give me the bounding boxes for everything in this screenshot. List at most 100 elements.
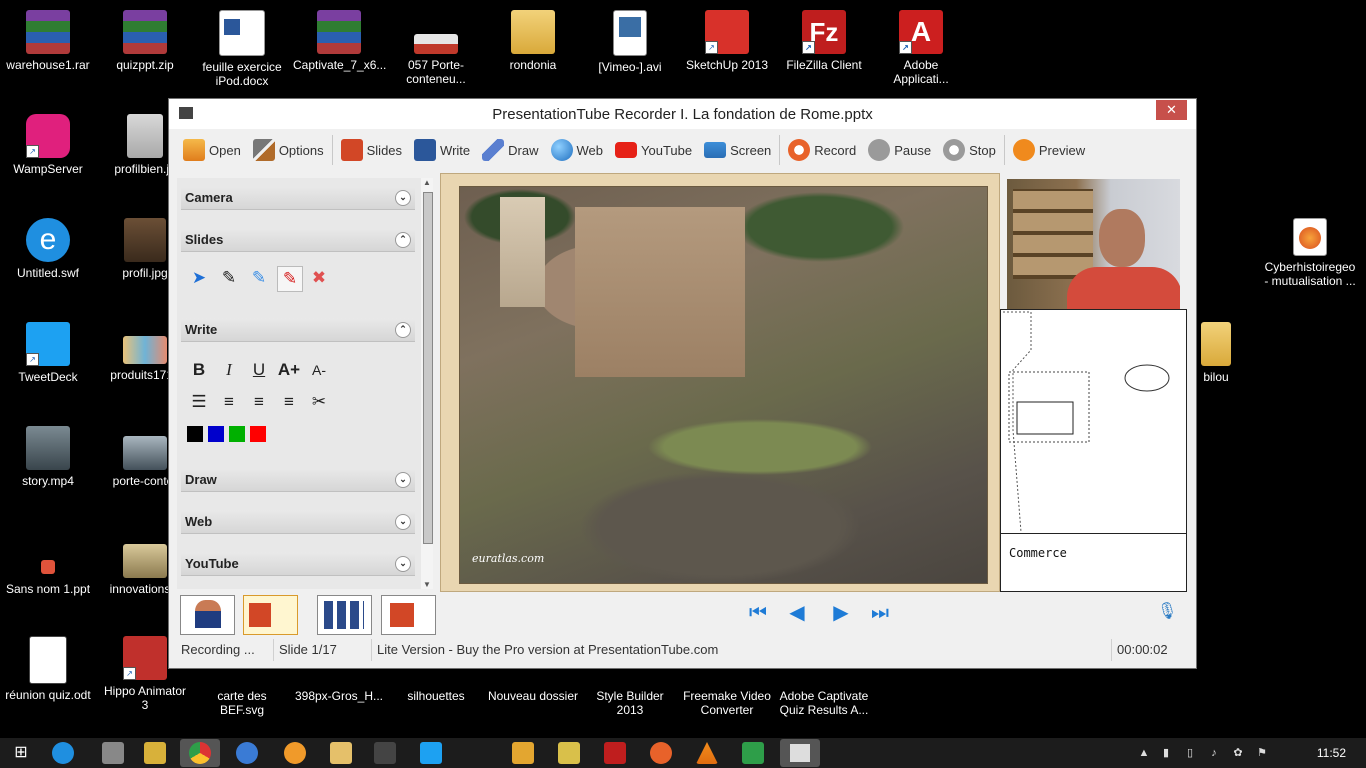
clock[interactable]: 11:52 [1317,746,1346,760]
firefox-dev-taskbar-icon[interactable] [284,742,306,764]
slides-section-header[interactable]: Slides ⌃ [181,228,415,252]
preview-button[interactable]: Preview [1007,133,1091,167]
italic-button[interactable]: I [217,358,241,382]
draw-section-header[interactable]: Draw ⌄ [181,468,415,492]
align-center-icon[interactable]: ≡ [247,390,271,414]
show-hidden-icons-icon[interactable]: ▲ [1138,747,1150,759]
scroll-up-arrow-icon[interactable]: ▲ [421,178,433,187]
write-button[interactable]: Write [408,133,476,167]
chevron-down-icon[interactable]: ⌄ [395,514,411,530]
color-swatch-green[interactable] [229,426,245,442]
pointer-tool-icon[interactable]: ➤ [187,266,211,290]
desktop-icon-untitled-swf[interactable]: e Untitled.swf [2,218,94,280]
desktop-icon-nouveau-dossier[interactable]: Nouveau dossier [487,670,579,703]
chrome-taskbar-button[interactable] [180,739,220,767]
clear-ink-icon[interactable]: ✖ [307,266,331,290]
color-swatch-black[interactable] [187,426,203,442]
battery-icon[interactable]: ▯ [1184,747,1196,759]
options-button[interactable]: Options [247,133,330,167]
desktop-icon-vimeo-avi[interactable]: [Vimeo-].avi [584,10,676,74]
slides-button[interactable]: Slides [335,133,408,167]
desktop-icon-feuille-exercice[interactable]: feuille exercice iPod.docx [196,10,288,88]
desktop-icon-porte-conteneur[interactable]: 057 Porte-conteneu... [390,10,482,86]
camera-section-header[interactable]: Camera ⌄ [181,186,415,210]
app-taskbar-icon[interactable] [512,742,534,764]
desktop-icon-silhouettes[interactable]: silhouettes [390,670,482,703]
scroll-down-arrow-icon[interactable]: ▼ [421,580,433,589]
app-tray-icon[interactable]: ✿ [1232,747,1244,759]
youtube-button[interactable]: YouTube [609,133,698,167]
shrink-font-button[interactable]: A- [307,358,331,382]
slide-viewer[interactable]: euratlas.com [440,173,1000,592]
desktop-icon-captivate-archive[interactable]: Captivate_7_x6... [293,10,386,72]
desktop-icon-quizppt-zip[interactable]: quizppt.zip [99,10,191,72]
previous-slide-icon[interactable]: ◀ [786,602,808,624]
desktop-icon-captivate-quiz[interactable]: Adobe Captivate Quiz Results A... [778,670,870,717]
align-left-icon[interactable]: ≡ [217,390,241,414]
volume-icon[interactable]: ♪ [1208,747,1220,759]
close-button[interactable]: ✕ [1156,100,1187,120]
slide-thumbnail[interactable] [381,595,436,635]
first-slide-icon[interactable]: ⏮ [747,602,769,624]
scissors-icon[interactable]: ✂ [307,390,331,414]
app-taskbar-icon[interactable] [236,742,258,764]
desktop-icon-story-mp4[interactable]: story.mp4 [2,426,94,488]
vlc-taskbar-icon[interactable] [696,742,718,764]
align-right-icon[interactable]: ≡ [277,390,301,414]
bold-button[interactable]: B [187,358,211,382]
file-explorer-taskbar-icon[interactable] [330,742,352,764]
desktop-icon-gros-h[interactable]: 398px-Gros_H... [293,670,385,703]
camtasia-taskbar-icon[interactable] [742,742,764,764]
red-pen-tool-icon[interactable]: ✎ [277,266,303,292]
desktop-icon-carte-bef[interactable]: carte des BEF.svg [196,670,288,717]
desktop-icon-adobe-application[interactable]: A ↗ Adobe Applicati... [875,10,967,86]
filezilla-taskbar-icon[interactable] [604,742,626,764]
action-center-flag-icon[interactable]: ⚑ [1256,747,1268,759]
tweetdeck-taskbar-icon[interactable] [420,742,442,764]
slide-thumbnail[interactable] [317,595,372,635]
chevron-down-icon[interactable]: ⌄ [395,556,411,572]
app-taskbar-icon[interactable] [102,742,124,764]
desktop-icon-filezilla[interactable]: Fz ↗ FileZilla Client [778,10,870,72]
microphone-icon[interactable]: 🎙 [1157,601,1177,629]
internet-explorer-taskbar-icon[interactable] [52,742,74,764]
app-taskbar-icon[interactable] [558,742,580,764]
desktop-icon-cyberhistoiregeo[interactable]: Cyberhistoiregeo - mutualisation ... [1262,218,1358,288]
desktop-icon-tweetdeck[interactable]: ↗ TweetDeck [2,322,94,384]
draw-button[interactable]: Draw [476,133,544,167]
desktop-icon-wampserver[interactable]: ↗ WampServer [2,114,94,176]
underline-button[interactable]: U [247,358,271,382]
window-titlebar[interactable]: PresentationTube Recorder I. La fondatio… [169,99,1196,129]
next-slide-icon[interactable]: ▶ [830,602,852,624]
desktop-icon-freemake[interactable]: Freemake Video Converter [681,670,773,717]
slide-thumbnail[interactable] [243,595,298,635]
bullet-list-icon[interactable]: ☰ [187,390,211,414]
firefox-taskbar-icon[interactable] [650,742,672,764]
chevron-up-icon[interactable]: ⌃ [395,322,411,338]
chevron-up-icon[interactable]: ⌃ [395,232,411,248]
panel-scrollbar[interactable]: ▲ ▼ [421,178,433,589]
blue-pen-tool-icon[interactable]: ✎ [247,266,271,290]
desktop-icon-sans-nom-ppt[interactable]: Sans nom 1.ppt [2,560,94,596]
last-slide-icon[interactable]: ⏭ [869,602,891,624]
record-button[interactable]: Record [782,133,862,167]
network-icon[interactable]: ▮ [1160,747,1172,759]
youtube-section-header[interactable]: YouTube ⌄ [181,552,415,576]
app-taskbar-icon[interactable] [144,742,166,764]
open-button[interactable]: Open [177,133,247,167]
app-taskbar-icon[interactable] [374,742,396,764]
screen-button[interactable]: Screen [698,133,777,167]
color-swatch-red[interactable] [250,426,266,442]
web-section-header[interactable]: Web ⌄ [181,510,415,534]
black-pen-tool-icon[interactable]: ✎ [217,266,241,290]
windows-start-icon[interactable]: ⊞ [10,742,32,764]
stop-button[interactable]: Stop [937,133,1002,167]
grow-font-button[interactable]: A+ [277,358,301,382]
desktop-icon-sketchup[interactable]: ↗ SketchUp 2013 [681,10,773,72]
desktop-icon-style-builder[interactable]: Style Builder 2013 [584,670,676,717]
desktop-icon-warehouse-rar[interactable]: warehouse1.rar [2,10,94,72]
web-button[interactable]: Web [545,133,610,167]
chevron-down-icon[interactable]: ⌄ [395,190,411,206]
pause-button[interactable]: Pause [862,133,937,167]
color-swatch-blue[interactable] [208,426,224,442]
